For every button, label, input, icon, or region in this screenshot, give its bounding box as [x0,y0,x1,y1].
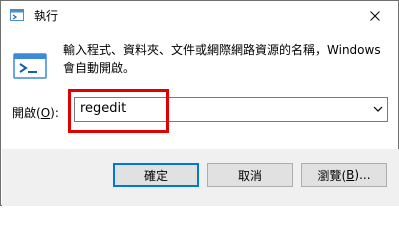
run-title-icon [10,9,24,21]
window-title: 執行 [34,9,59,23]
open-combobox[interactable]: regedit [74,97,388,122]
open-label-prefix: 開啟( [12,106,41,120]
browse-label-hotkey: B [346,168,355,182]
close-icon [370,11,380,21]
browse-button[interactable]: 瀏覽(B)... [301,163,387,187]
ok-button[interactable]: 確定 [113,163,199,187]
cancel-button[interactable]: 取消 [207,163,293,187]
open-label: 開啟(O): [12,104,59,121]
browse-label-suffix: )... [354,168,371,182]
open-input[interactable]: regedit [80,101,126,116]
chevron-down-icon[interactable] [373,105,383,113]
close-button[interactable] [352,1,398,31]
run-app-icon [13,53,47,79]
open-label-hotkey: O [40,106,51,120]
title-bar: 執行 [1,1,398,31]
instruction-text: 輸入程式、資料夾、文件或網際網路資源的名稱，Windows 會自動開啟。 [63,43,381,75]
browse-label-prefix: 瀏覽( [317,168,347,183]
run-dialog: 執行 輸入程式、資料夾、文件或網際網路資源的名稱，Windows 會自動開啟。 … [0,0,399,206]
open-label-suffix: ): [50,106,59,120]
